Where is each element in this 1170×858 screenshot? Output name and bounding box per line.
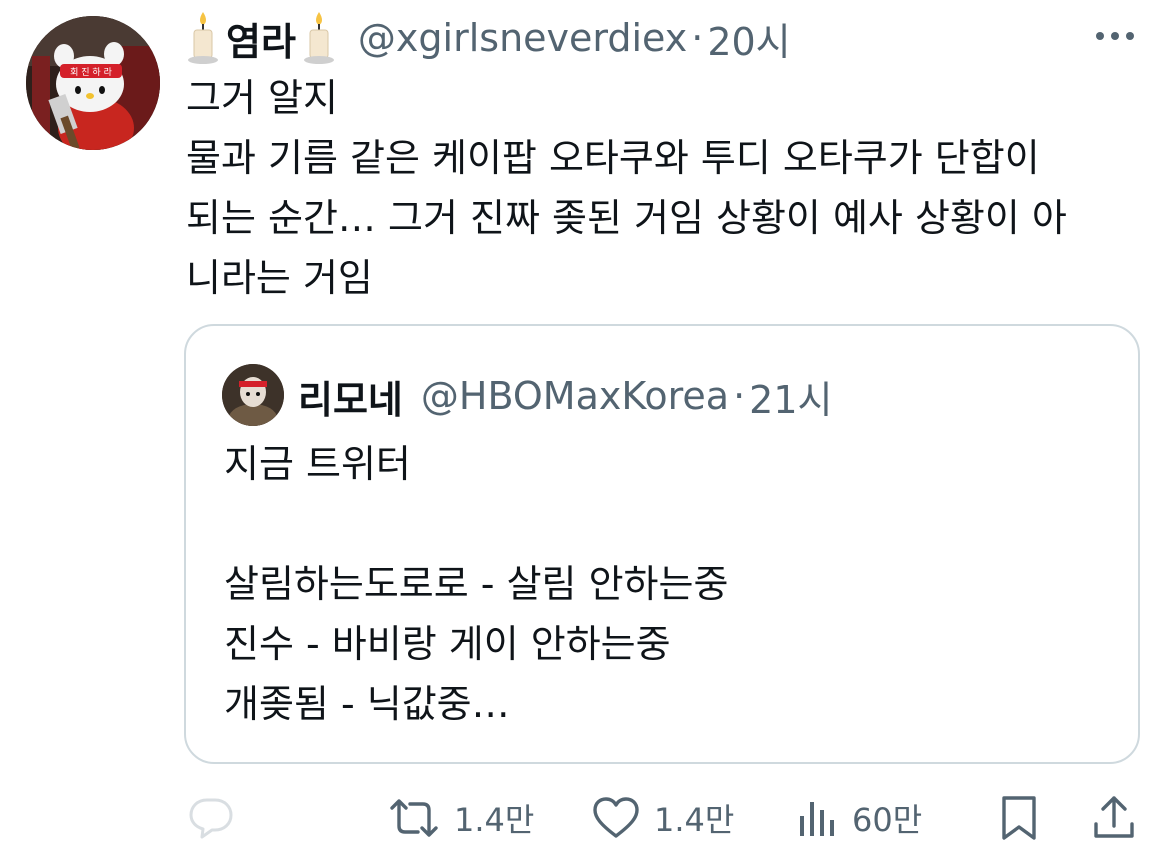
bookmark-button[interactable] xyxy=(1000,786,1038,850)
tweet-line: 물과 기름 같은 케이팝 오타쿠와 투디 오타쿠가 단합이 xyxy=(186,136,1040,180)
more-icon[interactable] xyxy=(1092,24,1138,48)
retweet-button[interactable]: 1.4만 xyxy=(388,786,534,850)
tweet-time[interactable]: 20시 xyxy=(707,11,790,66)
bookmark-icon xyxy=(1002,796,1036,840)
action-bar: 1.4만 1.4만 60만 xyxy=(0,786,1170,850)
quote-header: 리모네 @HBOMaxKorea · 21시 xyxy=(298,366,833,426)
quote-author-handle[interactable]: @HBOMaxKorea xyxy=(421,374,729,418)
author-handle[interactable]: @xgirlsneverdiex xyxy=(358,16,687,60)
tweet-header: 염라 @xgirlsneverdiex · 20시 xyxy=(186,8,791,68)
quote-line: 지금 트위터 xyxy=(224,442,411,486)
profile-avatar[interactable]: 회 진 하 라 xyxy=(26,16,160,150)
svg-text:회 진 하 라: 회 진 하 라 xyxy=(70,67,112,78)
quote-line xyxy=(224,494,728,554)
tweet-line: 그거 알지 xyxy=(186,76,338,120)
like-button[interactable]: 1.4만 xyxy=(592,786,734,850)
reply-button[interactable] xyxy=(188,786,234,850)
share-icon xyxy=(1094,796,1134,838)
views-button[interactable]: 60만 xyxy=(798,786,922,850)
candle-icon xyxy=(303,12,334,64)
heart-icon xyxy=(593,797,639,838)
share-button[interactable] xyxy=(1092,786,1136,850)
views-count: 60만 xyxy=(852,801,923,839)
author-name[interactable]: 염라 xyxy=(226,11,296,66)
separator: · xyxy=(733,374,746,418)
tweet-line: 니라는 거임 xyxy=(186,256,373,300)
tweet-line: 되는 순간… 그거 진짜 좆된 거임 상황이 예사 상황이 아 xyxy=(186,196,1067,240)
quote-text: 지금 트위터 살림하는도로로 - 살림 안하는중 진수 - 바비랑 게이 안하는… xyxy=(224,434,728,734)
separator: · xyxy=(691,16,704,60)
retweet-icon xyxy=(390,799,438,837)
quote-line: 살림하는도로로 - 살림 안하는중 xyxy=(224,562,729,606)
quote-author-name[interactable]: 리모네 xyxy=(298,369,403,424)
views-icon xyxy=(800,802,834,836)
quote-avatar[interactable] xyxy=(222,364,284,426)
retweet-count: 1.4만 xyxy=(454,801,535,839)
like-count: 1.4만 xyxy=(654,801,735,839)
quote-time: 21시 xyxy=(749,377,833,422)
quote-line: 개좆됨 - 닉값중… xyxy=(224,682,510,726)
candle-icon xyxy=(188,12,218,64)
quote-line: 진수 - 바비랑 게이 안하는중 xyxy=(224,622,671,666)
tweet-text: 그거 알지 물과 기름 같은 케이팝 오타쿠와 투디 오타쿠가 단합이 되는 순… xyxy=(186,68,1146,308)
reply-icon xyxy=(189,798,233,839)
